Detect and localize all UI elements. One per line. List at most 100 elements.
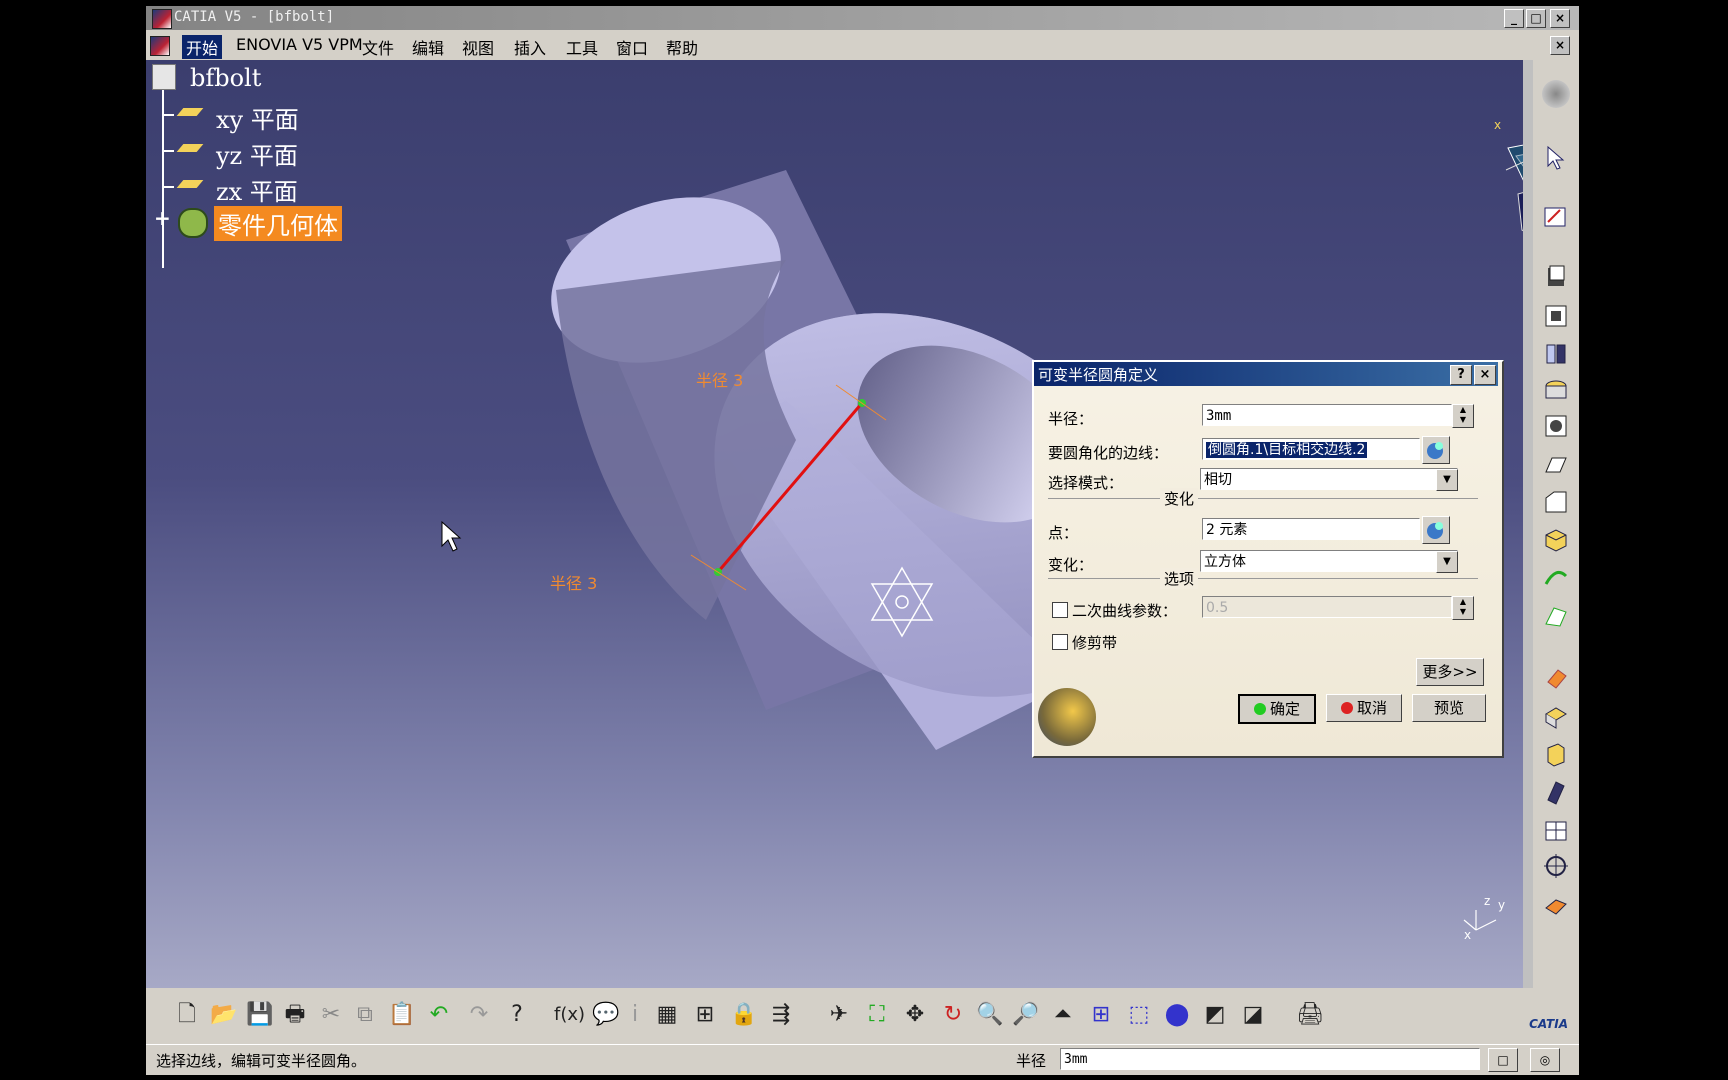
edges-selector-icon[interactable] <box>1422 436 1450 464</box>
status-command-input[interactable]: 3mm <box>1060 1048 1480 1070</box>
conic-spinner[interactable]: ▲ ▼ <box>1452 596 1474 620</box>
menu-view[interactable]: 视图 <box>462 35 494 59</box>
expand-plus-icon[interactable]: + <box>154 206 171 230</box>
fly-mode-icon[interactable]: ✈ <box>826 1002 852 1028</box>
pan-icon[interactable]: ✥ <box>902 1002 928 1028</box>
cancel-button[interactable]: 取消 <box>1326 694 1402 722</box>
sweep-icon[interactable] <box>1542 602 1570 630</box>
open-folder-icon[interactable]: 📂 <box>210 1002 237 1028</box>
copy-icon[interactable]: ⧉ <box>352 1002 378 1028</box>
conic-checkbox[interactable] <box>1052 602 1068 618</box>
tree-root-bfbolt[interactable]: bfbolt <box>190 64 261 92</box>
thickness-icon[interactable] <box>1542 778 1570 806</box>
title-bar: CATIA V5 - [bfbolt] _ □ × <box>146 6 1579 30</box>
capture-icon[interactable]: 🖨 <box>1296 1002 1324 1028</box>
fillet-icon[interactable] <box>1542 450 1570 478</box>
document-icon[interactable] <box>150 36 170 56</box>
measure-icon[interactable] <box>1542 890 1570 918</box>
menu-help[interactable]: 帮助 <box>666 35 698 59</box>
tree-item-xy-plane[interactable]: xy 平面 <box>216 100 299 135</box>
hole-icon[interactable] <box>1542 376 1570 404</box>
3d-viewport[interactable]: 半径 3 半径 3 x y z x y z bfbolt xy 平面 yz 平面… <box>146 60 1523 988</box>
tree-item-yz-plane[interactable]: yz 平面 <box>216 136 298 171</box>
chamfer-icon[interactable] <box>1542 488 1570 516</box>
menu-edit[interactable]: 编辑 <box>412 35 444 59</box>
status-message: 选择边线，编辑可变半径圆角。 <box>156 1052 367 1070</box>
part-icon[interactable] <box>1542 740 1570 768</box>
more-button[interactable]: 更多>> <box>1416 658 1484 686</box>
pocket-icon[interactable] <box>1542 302 1570 330</box>
hide-show-icon[interactable]: ◩ <box>1202 1002 1228 1028</box>
print-icon[interactable]: 🖶 <box>282 1002 308 1028</box>
rotate-icon[interactable]: ↻ <box>940 1002 966 1028</box>
points-input[interactable]: 2 元素 <box>1202 518 1420 540</box>
ok-button[interactable]: 确定 <box>1238 694 1316 724</box>
pad-icon[interactable] <box>1542 262 1570 290</box>
lock-icon[interactable]: 🔒 <box>730 1002 757 1028</box>
points-selector-icon[interactable] <box>1422 516 1450 544</box>
table-icon[interactable]: ▦ <box>654 1002 680 1028</box>
menu-window[interactable]: 窗口 <box>616 35 648 59</box>
solid-cube-icon[interactable] <box>1542 526 1570 554</box>
settings-gear-icon[interactable] <box>1542 80 1570 108</box>
menu-start[interactable]: 开始 <box>182 35 223 59</box>
zoom-in-icon[interactable]: 🔍 <box>976 1002 1003 1028</box>
variation-select[interactable]: 立方体 <box>1200 550 1458 572</box>
normal-view-icon[interactable]: ⏶ <box>1050 1002 1076 1028</box>
knowledge-icon[interactable]: i <box>622 1002 648 1028</box>
menu-file[interactable]: 文件 <box>362 35 394 59</box>
trim-ribbon-checkbox[interactable] <box>1052 634 1068 650</box>
tree-item-part-body[interactable]: 零件几何体 <box>214 206 342 241</box>
mini-axis-z-label: z <box>1484 894 1491 908</box>
menu-tools[interactable]: 工具 <box>566 35 598 59</box>
save-icon[interactable]: 💾 <box>246 1002 273 1028</box>
tree-structure-icon[interactable]: ⊞ <box>692 1002 718 1028</box>
menu-enovia[interactable]: ENOVIA V5 VPM <box>236 35 363 54</box>
transform-icon[interactable] <box>1542 664 1570 692</box>
redo-icon[interactable]: ↷ <box>466 1002 492 1028</box>
update-icon[interactable]: ⇶ <box>768 1002 794 1028</box>
formula-icon[interactable]: f(x) <box>554 1002 585 1028</box>
sketch-icon[interactable] <box>1542 202 1570 230</box>
shading-icon[interactable]: ⬤ <box>1164 1002 1190 1028</box>
boolean-icon[interactable] <box>1542 702 1570 730</box>
part-document-icon[interactable] <box>152 64 176 90</box>
menu-insert[interactable]: 插入 <box>514 35 546 59</box>
document-close-button[interactable]: × <box>1550 36 1570 55</box>
edges-input[interactable]: 倒圆角.1\目标相交边线.2 <box>1202 438 1420 460</box>
paste-icon[interactable]: 📋 <box>388 1002 415 1028</box>
status-power-input-button[interactable]: ◎ <box>1530 1048 1560 1072</box>
surface-icon[interactable] <box>1542 564 1570 592</box>
maximize-button[interactable]: □ <box>1526 9 1546 28</box>
swap-space-icon[interactable]: ◪ <box>1240 1002 1266 1028</box>
variation-dropdown-icon[interactable]: ▼ <box>1436 551 1458 573</box>
dialog-help-button[interactable]: ? <box>1450 365 1472 385</box>
fit-all-icon[interactable]: ⛶ <box>864 1002 890 1028</box>
selection-mode-select[interactable]: 相切 <box>1200 468 1458 490</box>
shaft-icon[interactable] <box>1542 340 1570 368</box>
minimize-button[interactable]: _ <box>1504 9 1524 28</box>
rib-icon[interactable] <box>1542 412 1570 440</box>
catia-app-icon[interactable] <box>152 9 172 29</box>
radius-input[interactable]: 3mm <box>1202 404 1452 426</box>
analysis-icon[interactable] <box>1542 816 1570 844</box>
compass-icon[interactable] <box>1505 138 1523 246</box>
whats-this-icon[interactable]: ? <box>504 1002 530 1028</box>
undo-icon[interactable]: ↶ <box>426 1002 452 1028</box>
zoom-out-icon[interactable]: 🔎 <box>1012 1002 1039 1028</box>
dialog-close-button[interactable]: × <box>1474 365 1496 385</box>
conic-input[interactable]: 0.5 <box>1202 596 1452 618</box>
comment-icon[interactable]: 💬 <box>592 1002 619 1028</box>
status-apply-button[interactable]: □ <box>1488 1048 1518 1072</box>
close-button[interactable]: × <box>1550 9 1570 28</box>
new-file-icon[interactable]: 🗋 <box>174 1002 200 1028</box>
select-arrow-icon[interactable] <box>1542 144 1570 172</box>
selection-mode-dropdown-icon[interactable]: ▼ <box>1436 469 1458 491</box>
axis-icon[interactable] <box>1542 852 1570 880</box>
iso-view-icon[interactable]: ⬚ <box>1126 1002 1152 1028</box>
tree-item-zx-plane[interactable]: zx 平面 <box>216 172 298 207</box>
multi-view-icon[interactable]: ⊞ <box>1088 1002 1114 1028</box>
preview-button[interactable]: 预览 <box>1412 694 1486 722</box>
radius-spinner[interactable]: ▲ ▼ <box>1452 404 1474 428</box>
cut-icon[interactable]: ✂ <box>318 1002 344 1028</box>
